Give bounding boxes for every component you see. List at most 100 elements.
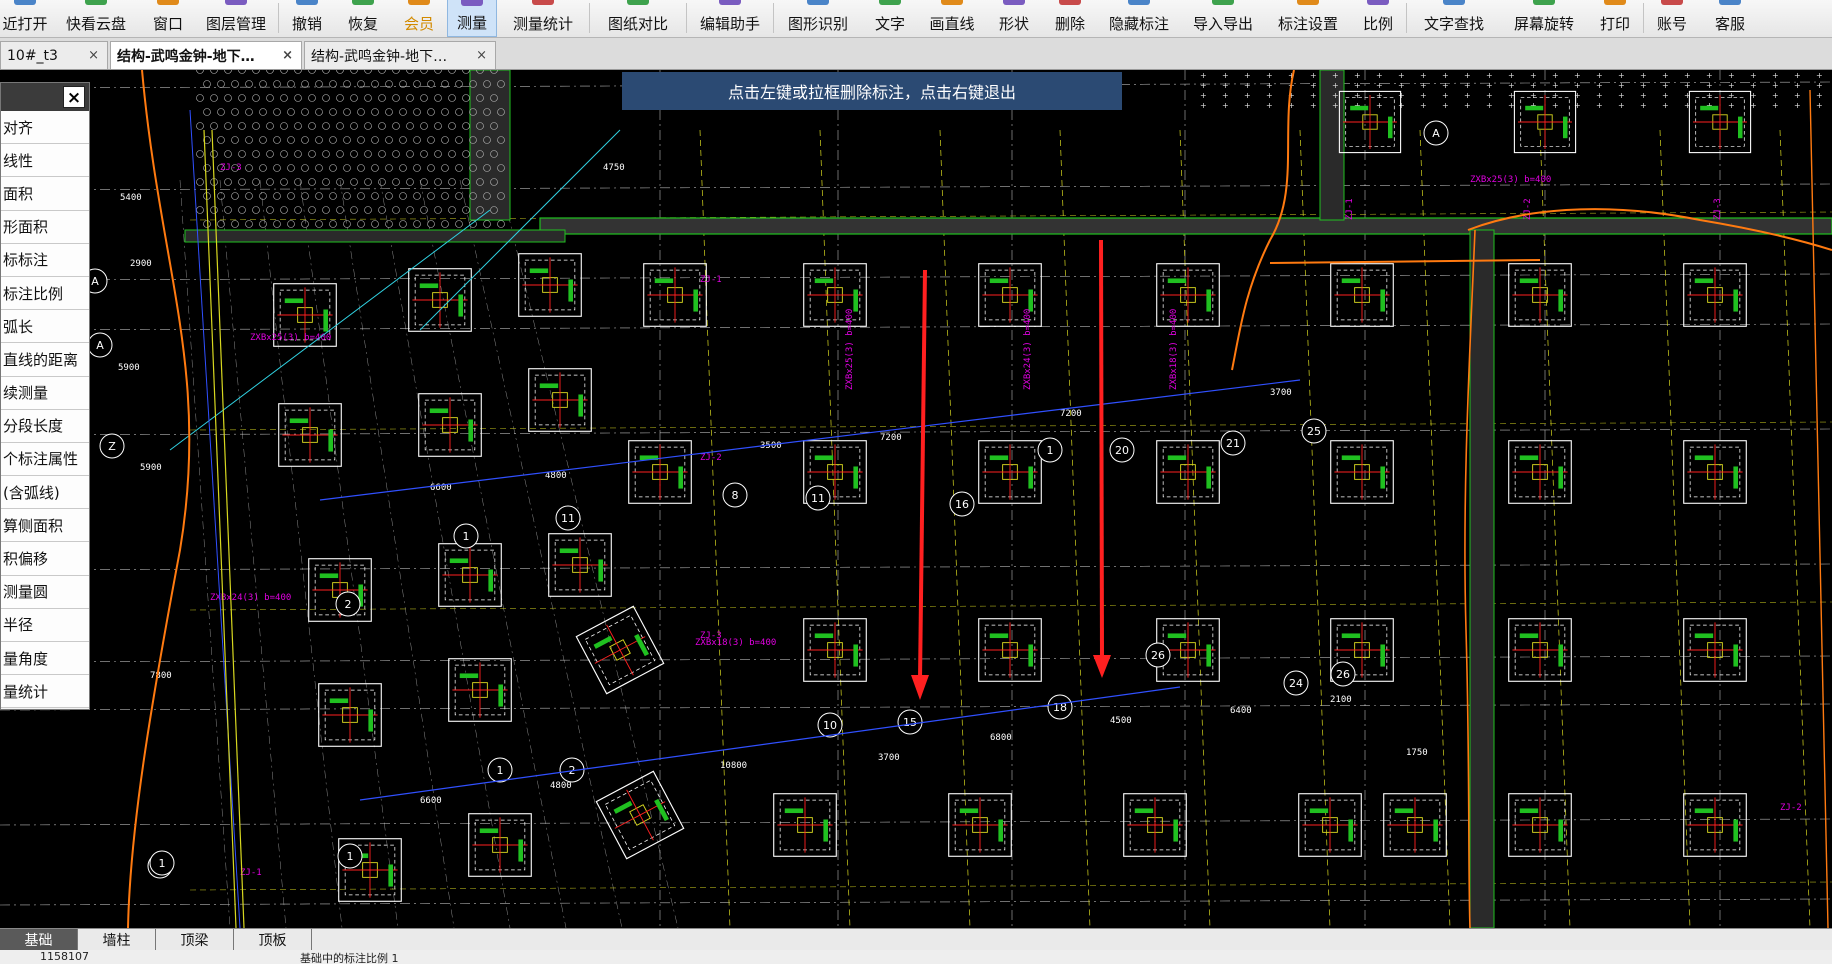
pile-cap-part [784,808,804,814]
hatch-plus: + [1816,101,1823,110]
toolbar-button-8[interactable]: 测量 [447,0,497,37]
hatch-dot [371,80,379,88]
measure-tool-item[interactable]: 积偏移 [1,542,89,576]
edit-assistant-icon [719,0,741,5]
hatch-dot [301,80,309,88]
toolbar-button-26[interactable]: 屏幕旋转 [1501,0,1587,37]
measure-tool-item[interactable]: (含弧线) [1,476,89,510]
measure-tool-item[interactable]: 弧长 [1,310,89,344]
pile-cap-part [1173,819,1178,842]
close-tab-icon[interactable]: × [476,48,487,63]
hatch-dot [210,206,218,214]
document-tab-2[interactable]: 结构-武鸣金钟-地下… × [304,41,496,69]
measure-tool-item[interactable]: 续测量 [1,376,89,410]
toolbar-button-22[interactable]: 标注设置 [1266,0,1350,37]
sheet-tab-3[interactable]: 顶板 [234,929,312,950]
toolbar-button-23[interactable]: 比例 [1350,0,1406,37]
pile-cap [1688,90,1752,154]
hatch-plus: + [1618,101,1625,110]
hatch-plus: + [1376,81,1383,90]
hatch-plus: + [1420,71,1427,80]
pile-cap-part [654,798,669,822]
hatch-dot [252,122,260,130]
toolbar-button-21[interactable]: 导入导出 [1180,0,1266,37]
toolbar-button-15[interactable]: 图形识别 [774,0,862,37]
toolbar-button-2[interactable]: 窗口 [142,0,194,37]
toolbar-button-label: 文字查找 [1423,15,1484,33]
toolbar-button-9[interactable]: 测量统计 [497,0,589,37]
close-tab-icon[interactable]: × [282,48,293,63]
grid-line-h [0,703,1832,711]
toolbar-button-17[interactable]: 画直线 [918,0,986,37]
hatch-dot [371,108,379,116]
toolbar-button-label: 图形识别 [787,15,848,33]
measure-tool-item[interactable]: 算侧面积 [1,509,89,543]
toolbar-button-11[interactable]: 图纸对比 [590,0,686,37]
pile-cap-part [1341,455,1361,461]
toolbar-button-18[interactable]: 形状 [986,0,1042,37]
cad-drawing[interactable]: + + + + + + + + + + + + + + + + + + + + + + + + + + + + ++ + + + + + + + + + +… [0,70,1832,928]
pile-cap-part [989,455,1009,461]
pile-cap-part [1563,116,1568,139]
toolbar-button-29[interactable]: 账号 [1644,0,1700,37]
axis-label: 20 [1115,444,1129,457]
sheet-tab-0[interactable]: 基础 [0,929,78,950]
beam-label: ZJ-1 [700,275,722,285]
pile-cap [773,793,837,857]
status-scale-text: 基础中的标注比例 1 [300,952,399,964]
toolbar-button-16[interactable]: 文字 [862,0,918,37]
measure-tool-item[interactable]: 个标注属性 [1,442,89,477]
pile-cap [1156,263,1220,327]
hatch-dot [245,192,253,200]
toolbar-button-0[interactable]: 近打开 [0,0,50,37]
measure-tool-item[interactable]: 线性 [1,144,89,178]
toolbar-button-7[interactable]: 会员 [391,0,447,37]
document-tab-0[interactable]: 10#_t3 × [0,41,108,69]
toolbar-button-19[interactable]: 删除 [1042,0,1098,37]
measure-tool-item[interactable]: 测量圆 [1,575,89,609]
hatch-dot [427,136,435,144]
drawing-canvas[interactable]: + + + + + + + + + + + + + + + + + + + + + + + + + + + + + + + + + + + + + + + +… [0,70,1832,928]
pile-cap-part [578,394,583,417]
toolbar-button-30[interactable]: 客服 [1700,0,1760,37]
hatch-plus: + [1244,91,1251,100]
hatch-dot [406,178,414,186]
document-tab-1[interactable]: 结构-武鸣金钟-地下… × [110,41,302,69]
hatch-dot [287,192,295,200]
toolbar-button-25[interactable]: 文字查找 [1407,0,1501,37]
hatch-dot [308,206,316,214]
hatch-dot [196,178,204,186]
sheet-tab-2[interactable]: 顶梁 [156,929,234,950]
beam-label: ZXBx18(3) b=400 [695,638,776,648]
toolbar-button-20[interactable]: 隐藏标注 [1098,0,1180,37]
measure-tool-item[interactable]: 面积 [1,177,89,211]
dimension-text: 1750 [1406,748,1428,758]
toolbar-button-3[interactable]: 图层管理 [194,0,278,37]
measure-tool-item[interactable]: 标注比例 [1,276,89,311]
toolbar-button-1[interactable]: 快看云盘 [50,0,142,37]
hatch-dot [210,150,218,158]
measure-tool-item[interactable]: 量角度 [1,642,89,676]
toolbar-button-5[interactable]: 撤销 [279,0,335,37]
toolbar-button-13[interactable]: 编辑助手 [687,0,773,37]
measure-tool-item[interactable]: 标标注 [1,243,89,277]
toolbar-button-6[interactable]: 恢复 [335,0,391,37]
sheet-tab-bar: 基础 墙柱 顶梁 顶板 [0,928,1832,950]
close-icon[interactable]: × [63,86,85,108]
hatch-dot [399,136,407,144]
hatch-dot [301,192,309,200]
measure-tool-item[interactable]: 半径 [1,608,89,642]
hatch-plus: + [1398,81,1405,90]
close-tab-icon[interactable]: × [88,48,99,63]
measure-tool-item[interactable]: 量统计 [1,675,89,709]
toolbar-button-label: 快看云盘 [65,15,126,33]
measure-tool-item[interactable]: 对齐 [1,111,89,145]
hatch-dot [434,70,442,74]
measure-tool-item[interactable]: 直线的距离 [1,343,89,377]
pile-cap-part [1206,644,1211,667]
hatch-dot [315,164,323,172]
sheet-tab-1[interactable]: 墙柱 [78,929,156,950]
measure-tool-item[interactable]: 分段长度 [1,409,89,443]
measure-tool-item[interactable]: 形面积 [1,210,89,244]
toolbar-button-27[interactable]: 打印 [1587,0,1643,37]
